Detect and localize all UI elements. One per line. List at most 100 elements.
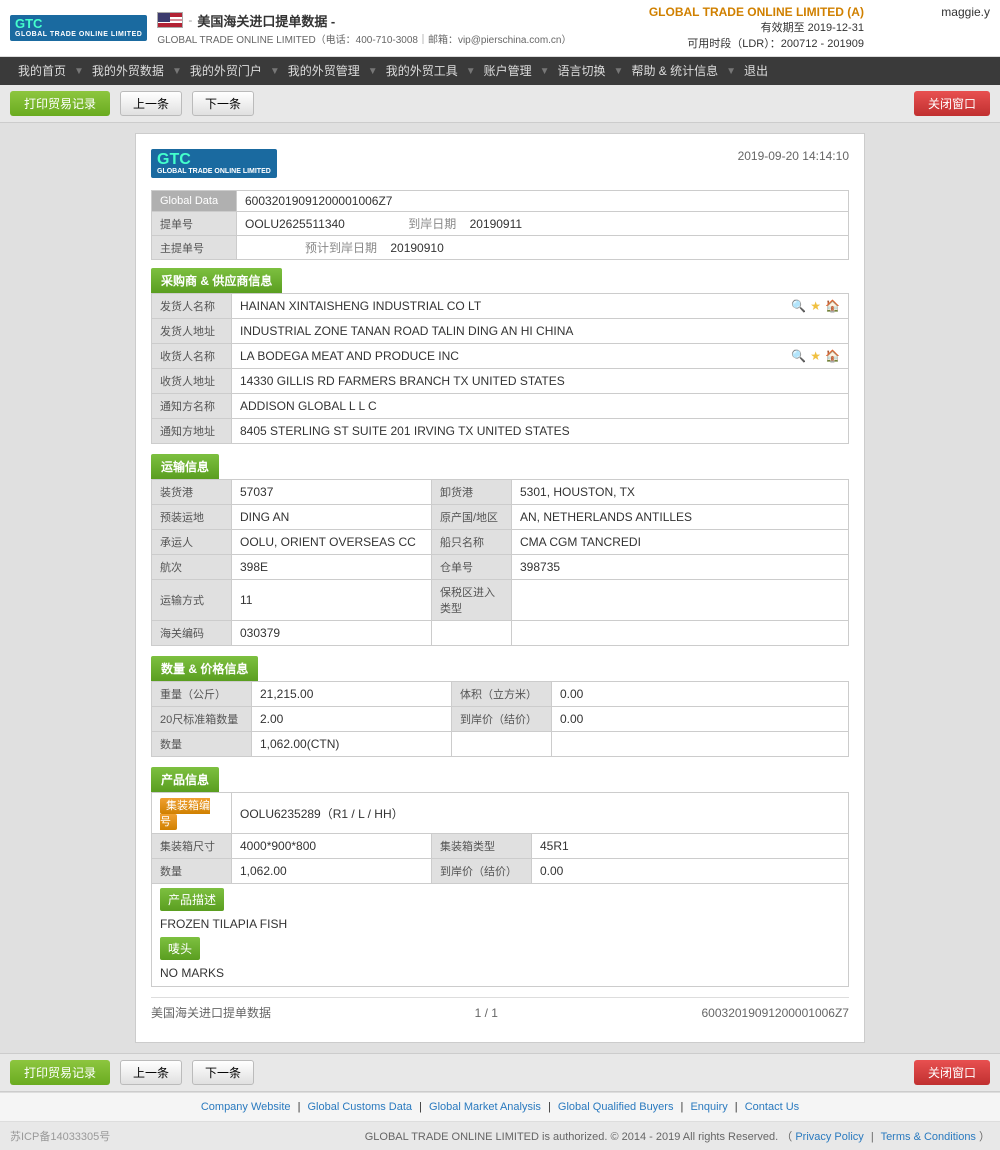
product-price-label: 到岸价（结价） xyxy=(432,859,532,884)
nav-trade-data[interactable]: 我的外贸数据 xyxy=(84,57,172,85)
consignee-home-icon[interactable]: 🏠 xyxy=(825,349,840,363)
bonded-value xyxy=(512,580,849,621)
notify-addr-label: 通知方地址 xyxy=(152,419,232,444)
global-data-value: 60032019091200001006Z7 xyxy=(237,191,849,212)
nav-sep2: ▼ xyxy=(172,66,182,77)
product-desc-value: FROZEN TILAPIA FISH xyxy=(160,915,840,933)
bottom-print-button[interactable]: 打印贸易记录 xyxy=(10,1060,110,1085)
warehouse-value: 398735 xyxy=(512,555,849,580)
consignee-addr-label: 收货人地址 xyxy=(152,369,232,394)
arrival-price-value: 0.00 xyxy=(552,707,849,732)
departure-port-label: 装货港 xyxy=(152,480,232,505)
nav-portal[interactable]: 我的外贸门户 xyxy=(182,57,270,85)
nav-sep7: ▼ xyxy=(614,66,624,77)
warehouse-label: 仓单号 xyxy=(432,555,512,580)
consignee-search-icon[interactable]: 🔍 xyxy=(791,349,806,363)
nav-manage[interactable]: 我的外贸管理 xyxy=(280,57,368,85)
footer-link-buyers[interactable]: Global Qualified Buyers xyxy=(558,1101,674,1113)
consignee-name-label: 收货人名称 xyxy=(152,344,232,369)
nav-home[interactable]: 我的首页 xyxy=(10,57,74,85)
voyage-label: 航次 xyxy=(152,555,232,580)
pagination-page: 1 / 1 xyxy=(475,1006,498,1020)
arrival-date-value: 20190911 xyxy=(460,217,523,231)
close-button[interactable]: 关闭窗口 xyxy=(914,91,990,116)
nav-sep5: ▼ xyxy=(466,66,476,77)
carrier-label: 承运人 xyxy=(152,530,232,555)
master-bill-label: 主提单号 xyxy=(152,236,237,260)
logo: GTC GLOBAL TRADE ONLINE LIMITED xyxy=(10,15,147,41)
transport-section: 运输信息 装货港 57037 卸货港 5301, HOUSTON, TX 预装运… xyxy=(151,454,849,646)
print-button[interactable]: 打印贸易记录 xyxy=(10,91,110,116)
qty-value: 1,062.00(CTN) xyxy=(252,732,452,757)
transport-mode-label: 运输方式 xyxy=(152,580,232,621)
user-info: maggie.y xyxy=(941,5,990,19)
footer-link-market[interactable]: Global Market Analysis xyxy=(429,1101,541,1113)
pagination-source: 美国海关进口提单数据 xyxy=(151,1004,271,1021)
notify-name-label: 通知方名称 xyxy=(152,394,232,419)
nav-sep6: ▼ xyxy=(540,66,550,77)
bottom-close-button[interactable]: 关闭窗口 xyxy=(914,1060,990,1085)
container20-value: 2.00 xyxy=(252,707,452,732)
terms-link[interactable]: Terms & Conditions xyxy=(881,1131,976,1143)
separator: - xyxy=(188,13,192,27)
shipper-name-value: HAINAN XINTAISHENG INDUSTRIAL CO LT 🔍 ★ … xyxy=(232,294,849,319)
nav-sep8: ▼ xyxy=(726,66,736,77)
prev-button[interactable]: 上一条 xyxy=(120,91,182,116)
transport-section-title: 运输信息 xyxy=(151,454,219,479)
global-data-label: Global Data xyxy=(152,191,237,212)
privacy-link[interactable]: Privacy Policy xyxy=(795,1131,863,1143)
footer-link-customs[interactable]: Global Customs Data xyxy=(308,1101,413,1113)
arrival-port-value: 5301, HOUSTON, TX xyxy=(512,480,849,505)
product-qty-label: 数量 xyxy=(152,859,232,884)
voyage-value: 398E xyxy=(232,555,432,580)
footer-link-contact[interactable]: Contact Us xyxy=(745,1101,799,1113)
consignee-star-icon[interactable]: ★ xyxy=(810,349,821,363)
footer-link-enquiry[interactable]: Enquiry xyxy=(690,1101,727,1113)
consignee-name-value: LA BODEGA MEAT AND PRODUCE INC 🔍 ★ 🏠 xyxy=(232,344,849,369)
marks-value: NO MARKS xyxy=(160,964,840,982)
supplier-section-title: 采购商 & 供应商信息 xyxy=(151,268,282,293)
nav-tools[interactable]: 我的外贸工具 xyxy=(378,57,466,85)
vessel-value: CMA CGM TANCREDI xyxy=(512,530,849,555)
next-button[interactable]: 下一条 xyxy=(192,91,254,116)
container-no-label: 集装箱编号 xyxy=(152,793,232,834)
bonded-label: 保税区进入类型 xyxy=(432,580,512,621)
bottom-prev-button[interactable]: 上一条 xyxy=(120,1060,182,1085)
nav-logout[interactable]: 退出 xyxy=(736,57,776,85)
container20-label: 20尺标准箱数量 xyxy=(152,707,252,732)
transport-mode-value: 11 xyxy=(232,580,432,621)
customs-code-value: 030379 xyxy=(232,621,432,646)
bottom-next-button[interactable]: 下一条 xyxy=(192,1060,254,1085)
arrival-port-label: 卸货港 xyxy=(432,480,512,505)
est-arrival-label: 预计到岸日期 xyxy=(245,241,377,255)
copyright-text: GLOBAL TRADE ONLINE LIMITED is authorize… xyxy=(365,1128,990,1144)
notify-name-value: ADDISON GLOBAL L L C xyxy=(232,394,849,419)
loading-place-value: DING AN xyxy=(232,505,432,530)
container-type-label: 集装箱类型 xyxy=(432,834,532,859)
nav-sep3: ▼ xyxy=(270,66,280,77)
container-type-value: 45R1 xyxy=(532,834,849,859)
carrier-value: OOLU, ORIENT OVERSEAS CC xyxy=(232,530,432,555)
shipper-addr-label: 发货人地址 xyxy=(152,319,232,344)
notify-addr-value: 8405 STERLING ST SUITE 201 IRVING TX UNI… xyxy=(232,419,849,444)
product-desc-title: 产品描述 xyxy=(160,888,224,911)
home-icon[interactable]: 🏠 xyxy=(825,299,840,313)
nav-help[interactable]: 帮助 & 统计信息 xyxy=(623,57,726,85)
product-section: 产品信息 集装箱编号 OOLU6235289（R1 / L / HH） 集装箱尺… xyxy=(151,767,849,987)
weight-value: 21,215.00 xyxy=(252,682,452,707)
nav-sep1: ▼ xyxy=(74,66,84,77)
qty-label: 数量 xyxy=(152,732,252,757)
marks-button[interactable]: 唛头 xyxy=(160,937,200,960)
product-qty-value: 1,062.00 xyxy=(232,859,432,884)
nav-account[interactable]: 账户管理 xyxy=(476,57,540,85)
nav-lang[interactable]: 语言切换 xyxy=(550,57,614,85)
arrival-date-label: 到岸日期 xyxy=(348,217,456,231)
search-icon[interactable]: 🔍 xyxy=(791,299,806,313)
bill-no-value: OOLU2625511340 到岸日期 20190911 xyxy=(237,212,849,236)
container-size-value: 4000*900*800 xyxy=(232,834,432,859)
footer-link-company[interactable]: Company Website xyxy=(201,1101,291,1113)
quantity-section-title: 数量 & 价格信息 xyxy=(151,656,258,681)
site-contact: GLOBAL TRADE ONLINE LIMITED（电话：400-710-3… xyxy=(157,31,571,46)
product-section-title: 产品信息 xyxy=(151,767,219,792)
star-icon[interactable]: ★ xyxy=(810,299,821,313)
